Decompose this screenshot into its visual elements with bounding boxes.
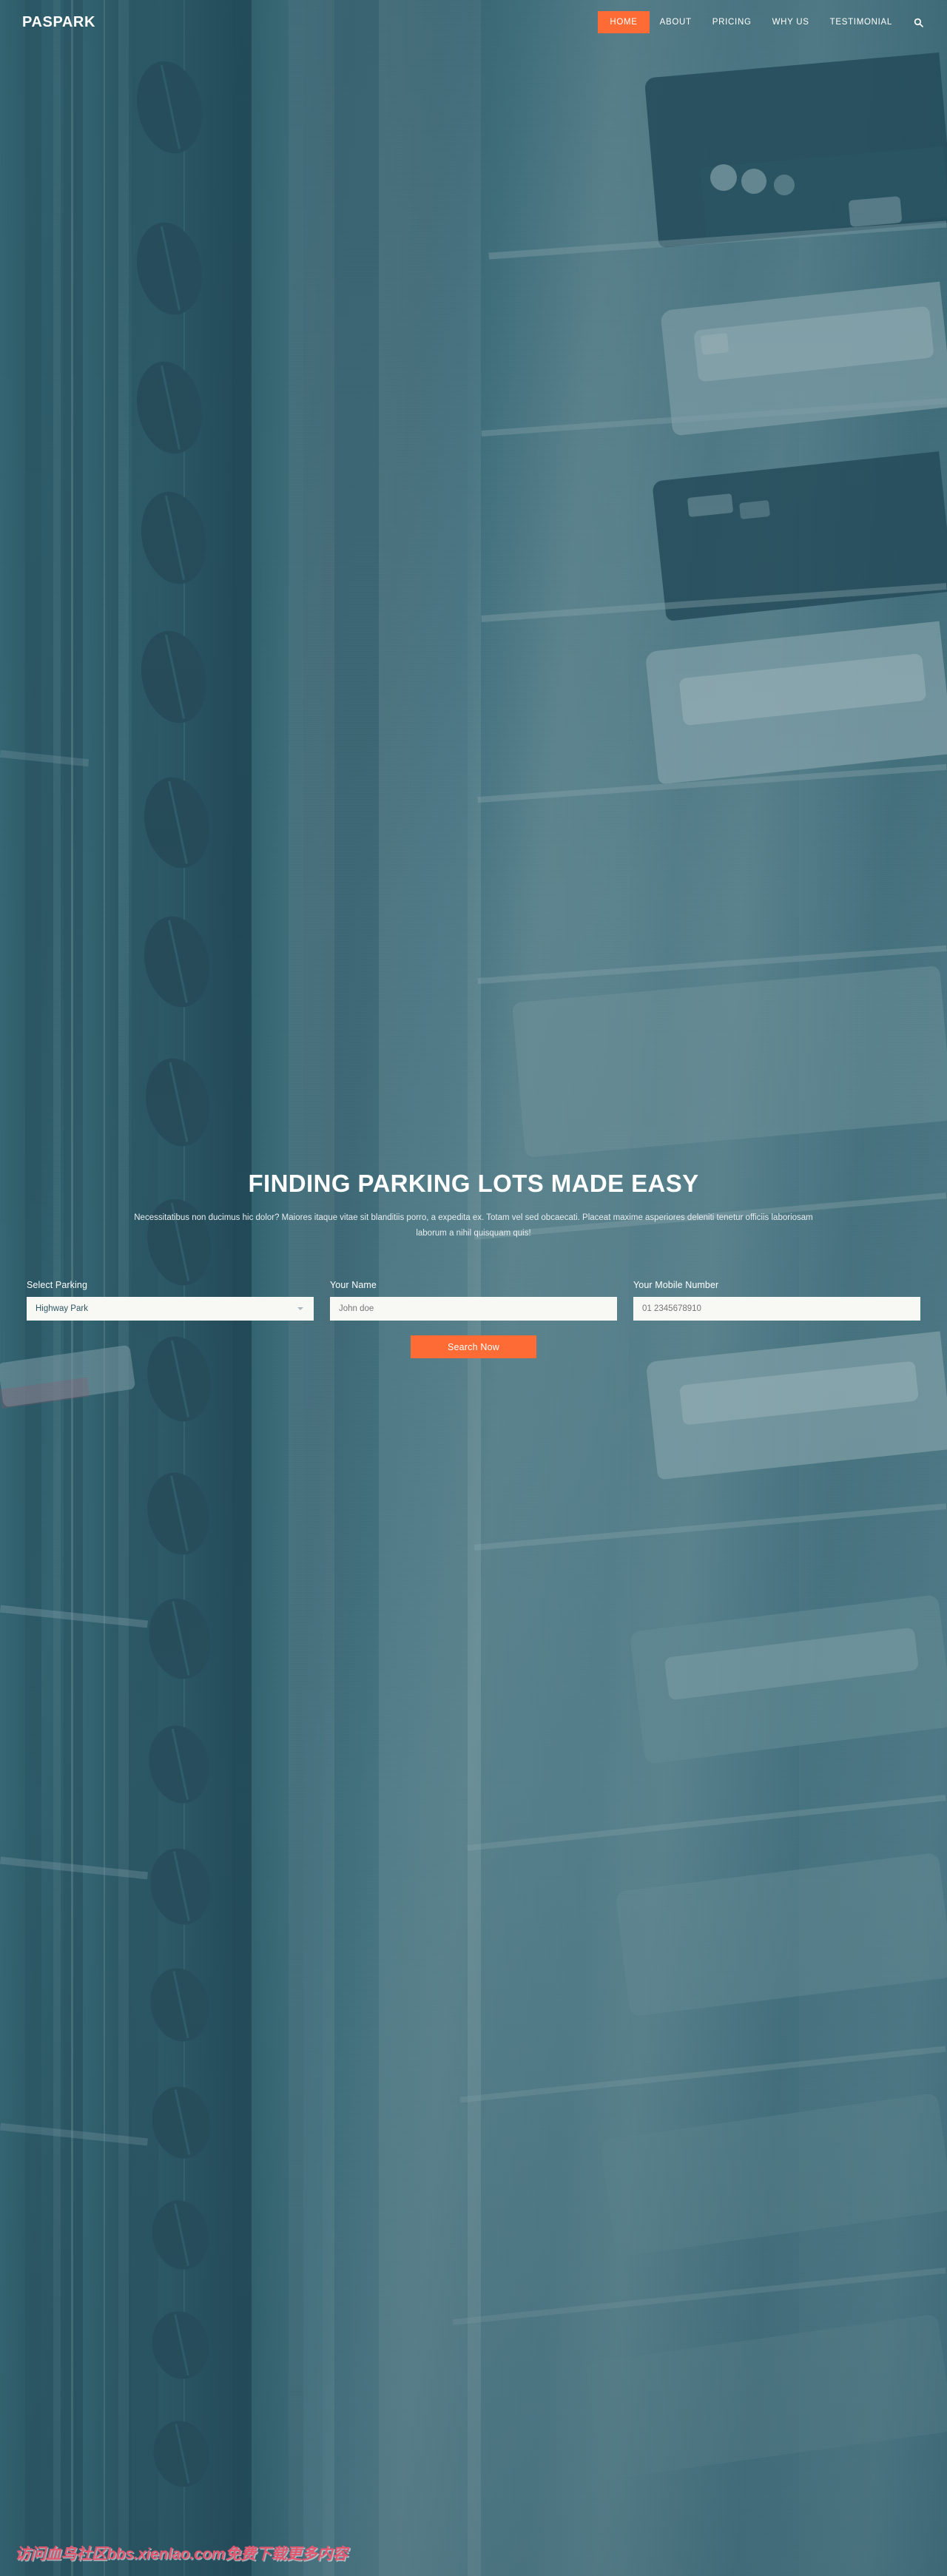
nav-item-home[interactable]: HOME xyxy=(598,11,650,33)
form-fields-row: Select Parking Highway Park Your Name Yo… xyxy=(27,1280,920,1321)
submit-row: Search Now xyxy=(27,1335,920,1358)
hero-content: FINDING PARKING LOTS MADE EASY Necessita… xyxy=(0,1169,947,1242)
name-input[interactable] xyxy=(330,1297,617,1321)
nav-links: HOME ABOUT PRICING WHY US TESTIMONIAL xyxy=(598,0,931,44)
label-mobile-number: Your Mobile Number xyxy=(633,1280,719,1290)
hero-subtitle: Necessitatibus non ducimus hic dolor? Ma… xyxy=(134,1213,813,1238)
label-your-name: Your Name xyxy=(330,1280,377,1290)
nav-item-testimonial[interactable]: TESTIMONIAL xyxy=(820,11,903,33)
parking-select-value: Highway Park xyxy=(36,1304,88,1313)
search-now-button[interactable]: Search Now xyxy=(411,1335,536,1358)
search-icon[interactable] xyxy=(906,11,931,33)
field-mobile-number: Your Mobile Number xyxy=(633,1280,920,1321)
nav-item-about[interactable]: ABOUT xyxy=(650,11,702,33)
label-select-parking: Select Parking xyxy=(27,1280,87,1290)
nav-item-why-us[interactable]: WHY US xyxy=(762,11,820,33)
field-select-parking: Select Parking Highway Park xyxy=(27,1280,314,1321)
mobile-input[interactable] xyxy=(633,1297,920,1321)
field-your-name: Your Name xyxy=(330,1280,617,1321)
page-title: FINDING PARKING LOTS MADE EASY xyxy=(248,1170,699,1197)
main-navbar: PASPARK HOME ABOUT PRICING WHY US TESTIM… xyxy=(0,0,947,44)
nav-item-pricing[interactable]: PRICING xyxy=(702,11,762,33)
parking-select[interactable]: Highway Park xyxy=(27,1297,314,1321)
chevron-down-icon xyxy=(297,1307,303,1310)
site-logo[interactable]: PASPARK xyxy=(22,14,95,31)
parking-search-form: Select Parking Highway Park Your Name Yo… xyxy=(27,1280,920,1358)
watermark-text: 访问血鸟社区bbs.xienlao.com免费下载更多内容 xyxy=(15,2546,348,2563)
